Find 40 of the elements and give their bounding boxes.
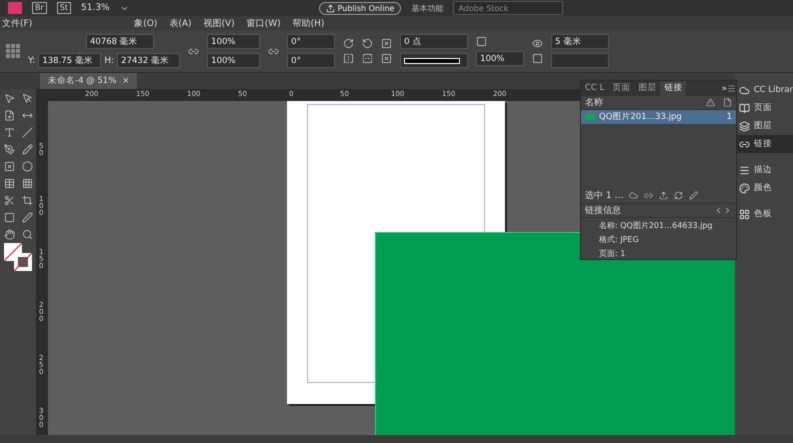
section-title: 链接信息 <box>585 204 621 217</box>
opacity-field[interactable]: 100% <box>476 51 524 66</box>
y-field[interactable]: 138.75 毫米 <box>38 53 102 68</box>
link-row[interactable]: QQ图片201…33.jpg 1 <box>581 110 736 124</box>
menu-item[interactable]: 文件(F) <box>2 16 32 30</box>
document-tab[interactable]: 未命名-4 @ 51% × <box>40 73 138 89</box>
publish-button[interactable]: Publish Online <box>318 2 402 14</box>
panel-button[interactable]: 颜色 <box>735 179 793 197</box>
info-text: 格式: JPEG <box>599 234 640 245</box>
menu-item[interactable]: 视图(V) <box>204 16 235 30</box>
search-field[interactable]: Adobe Stock <box>453 1 564 15</box>
panel-button[interactable]: 色板 <box>735 205 793 223</box>
menu-item[interactable]: 窗口(W) <box>246 16 281 30</box>
y-label: Y: <box>28 56 36 66</box>
info-text: 名称: QQ图片201…64633.jpg <box>599 220 714 231</box>
rotate-field[interactable]: 0° <box>287 34 336 49</box>
h-label: H: <box>104 56 114 66</box>
info-text: 页面: 1 <box>599 248 626 259</box>
workspace-menu[interactable]: 基本功能 <box>411 2 444 14</box>
shear-field[interactable]: 0° <box>287 53 336 68</box>
corner-field[interactable]: 5 毫米 <box>551 34 610 49</box>
stock-button[interactable]: St <box>56 2 71 14</box>
panel-button[interactable]: 页面 <box>735 99 793 117</box>
close-button[interactable]: × <box>122 76 130 86</box>
stroke-weight-field[interactable]: 0 点 <box>400 34 468 49</box>
scale-y-field[interactable]: 100% <box>207 53 260 68</box>
selection-label[interactable]: 选中 1 … <box>585 188 624 202</box>
bridge-button[interactable]: Br <box>32 2 47 14</box>
menu-item[interactable]: 象(O) <box>134 16 158 30</box>
menu-item[interactable]: 帮助(H) <box>292 16 324 30</box>
panel-button[interactable]: 描边 <box>735 161 793 179</box>
panel-button[interactable]: 图层 <box>735 117 793 135</box>
scale-x-field[interactable]: 100% <box>207 34 260 49</box>
panel-button[interactable]: 链接 <box>735 135 793 153</box>
panel-button[interactable]: CC Librar <box>735 81 793 99</box>
panel-tab[interactable]: 链接 <box>660 81 686 96</box>
width-field[interactable]: 40768 毫米 <box>86 34 154 49</box>
menu-item[interactable]: 表(A) <box>169 16 192 30</box>
zoom-level[interactable]: 51.3% <box>81 3 110 13</box>
height-field[interactable]: 27432 毫米 <box>117 53 180 68</box>
